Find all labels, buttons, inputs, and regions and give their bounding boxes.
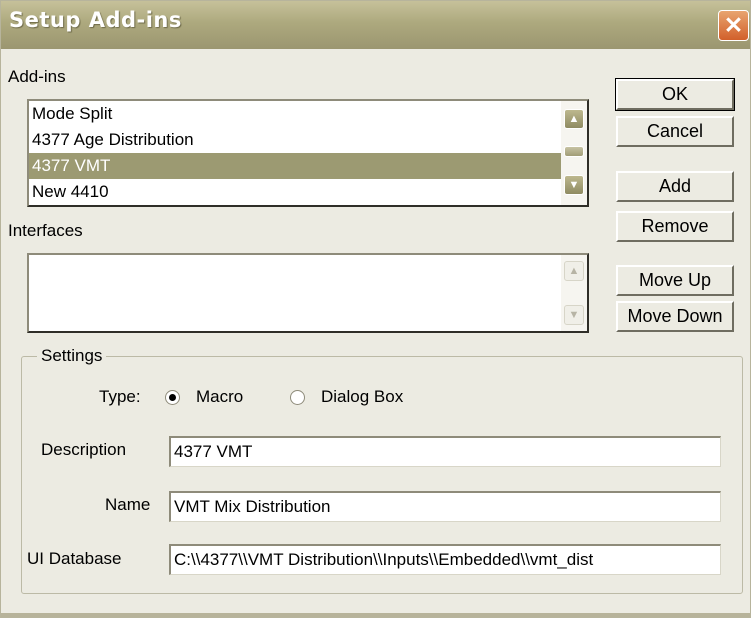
settings-title: Settings bbox=[37, 346, 107, 366]
list-item[interactable]: New 4410 bbox=[29, 179, 561, 205]
scroll-up-icon[interactable]: ▲ bbox=[564, 109, 584, 129]
cancel-button[interactable]: Cancel bbox=[616, 116, 734, 147]
name-field[interactable]: VMT Mix Distribution bbox=[169, 491, 721, 522]
scroll-down-icon: ▼ bbox=[564, 305, 584, 325]
macro-radio-label[interactable]: Macro bbox=[196, 387, 243, 407]
type-label: Type: bbox=[99, 387, 141, 406]
macro-radio[interactable] bbox=[165, 390, 180, 405]
setup-addins-dialog: Setup Add-ins ✕ Add-ins Mode Split 4377 A… bbox=[0, 0, 751, 618]
addins-label: Add-ins bbox=[8, 67, 66, 86]
addins-scrollbar[interactable]: ▲ ▼ bbox=[561, 101, 587, 205]
radio-dot bbox=[169, 394, 176, 401]
remove-button[interactable]: Remove bbox=[616, 211, 734, 242]
addins-listbox[interactable]: Mode Split 4377 Age Distribution 4377 VMT N… bbox=[27, 99, 589, 207]
list-item[interactable]: 4377 Age Distribution bbox=[29, 127, 561, 153]
interfaces-scrollbar[interactable]: ▲ ▼ bbox=[561, 255, 587, 331]
dialog-box-radio[interactable] bbox=[290, 390, 305, 405]
window-title: Setup Add-ins bbox=[9, 8, 182, 32]
list-item[interactable]: 4377 VMT bbox=[29, 153, 561, 179]
ui-database-field[interactable]: C:\\4377\\VMT Distribution\\Inputs\\Embe… bbox=[169, 544, 721, 575]
window-bottom-border bbox=[1, 613, 750, 617]
addins-list: Mode Split 4377 Age Distribution 4377 VMT N… bbox=[29, 101, 561, 205]
close-icon[interactable]: ✕ bbox=[718, 10, 749, 41]
list-item[interactable]: Mode Split bbox=[29, 101, 561, 127]
title-bar[interactable]: Setup Add-ins ✕ bbox=[1, 1, 750, 49]
name-label: Name bbox=[105, 495, 151, 514]
scroll-down-icon[interactable]: ▼ bbox=[564, 175, 584, 195]
ui-database-label: UI Database bbox=[27, 549, 122, 568]
interfaces-list bbox=[29, 255, 561, 331]
interfaces-listbox[interactable]: ▲ ▼ bbox=[27, 253, 589, 333]
move-down-button[interactable]: Move Down bbox=[616, 301, 734, 332]
interfaces-label: Interfaces bbox=[8, 221, 83, 240]
description-field[interactable]: 4377 VMT bbox=[169, 436, 721, 467]
description-label: Description bbox=[41, 440, 127, 459]
move-up-button[interactable]: Move Up bbox=[616, 265, 734, 296]
scroll-up-icon: ▲ bbox=[564, 261, 584, 281]
ok-button[interactable]: OK bbox=[615, 78, 735, 111]
dialog-box-radio-label[interactable]: Dialog Box bbox=[321, 387, 403, 407]
scroll-thumb[interactable] bbox=[564, 146, 584, 157]
add-button[interactable]: Add bbox=[616, 171, 734, 202]
